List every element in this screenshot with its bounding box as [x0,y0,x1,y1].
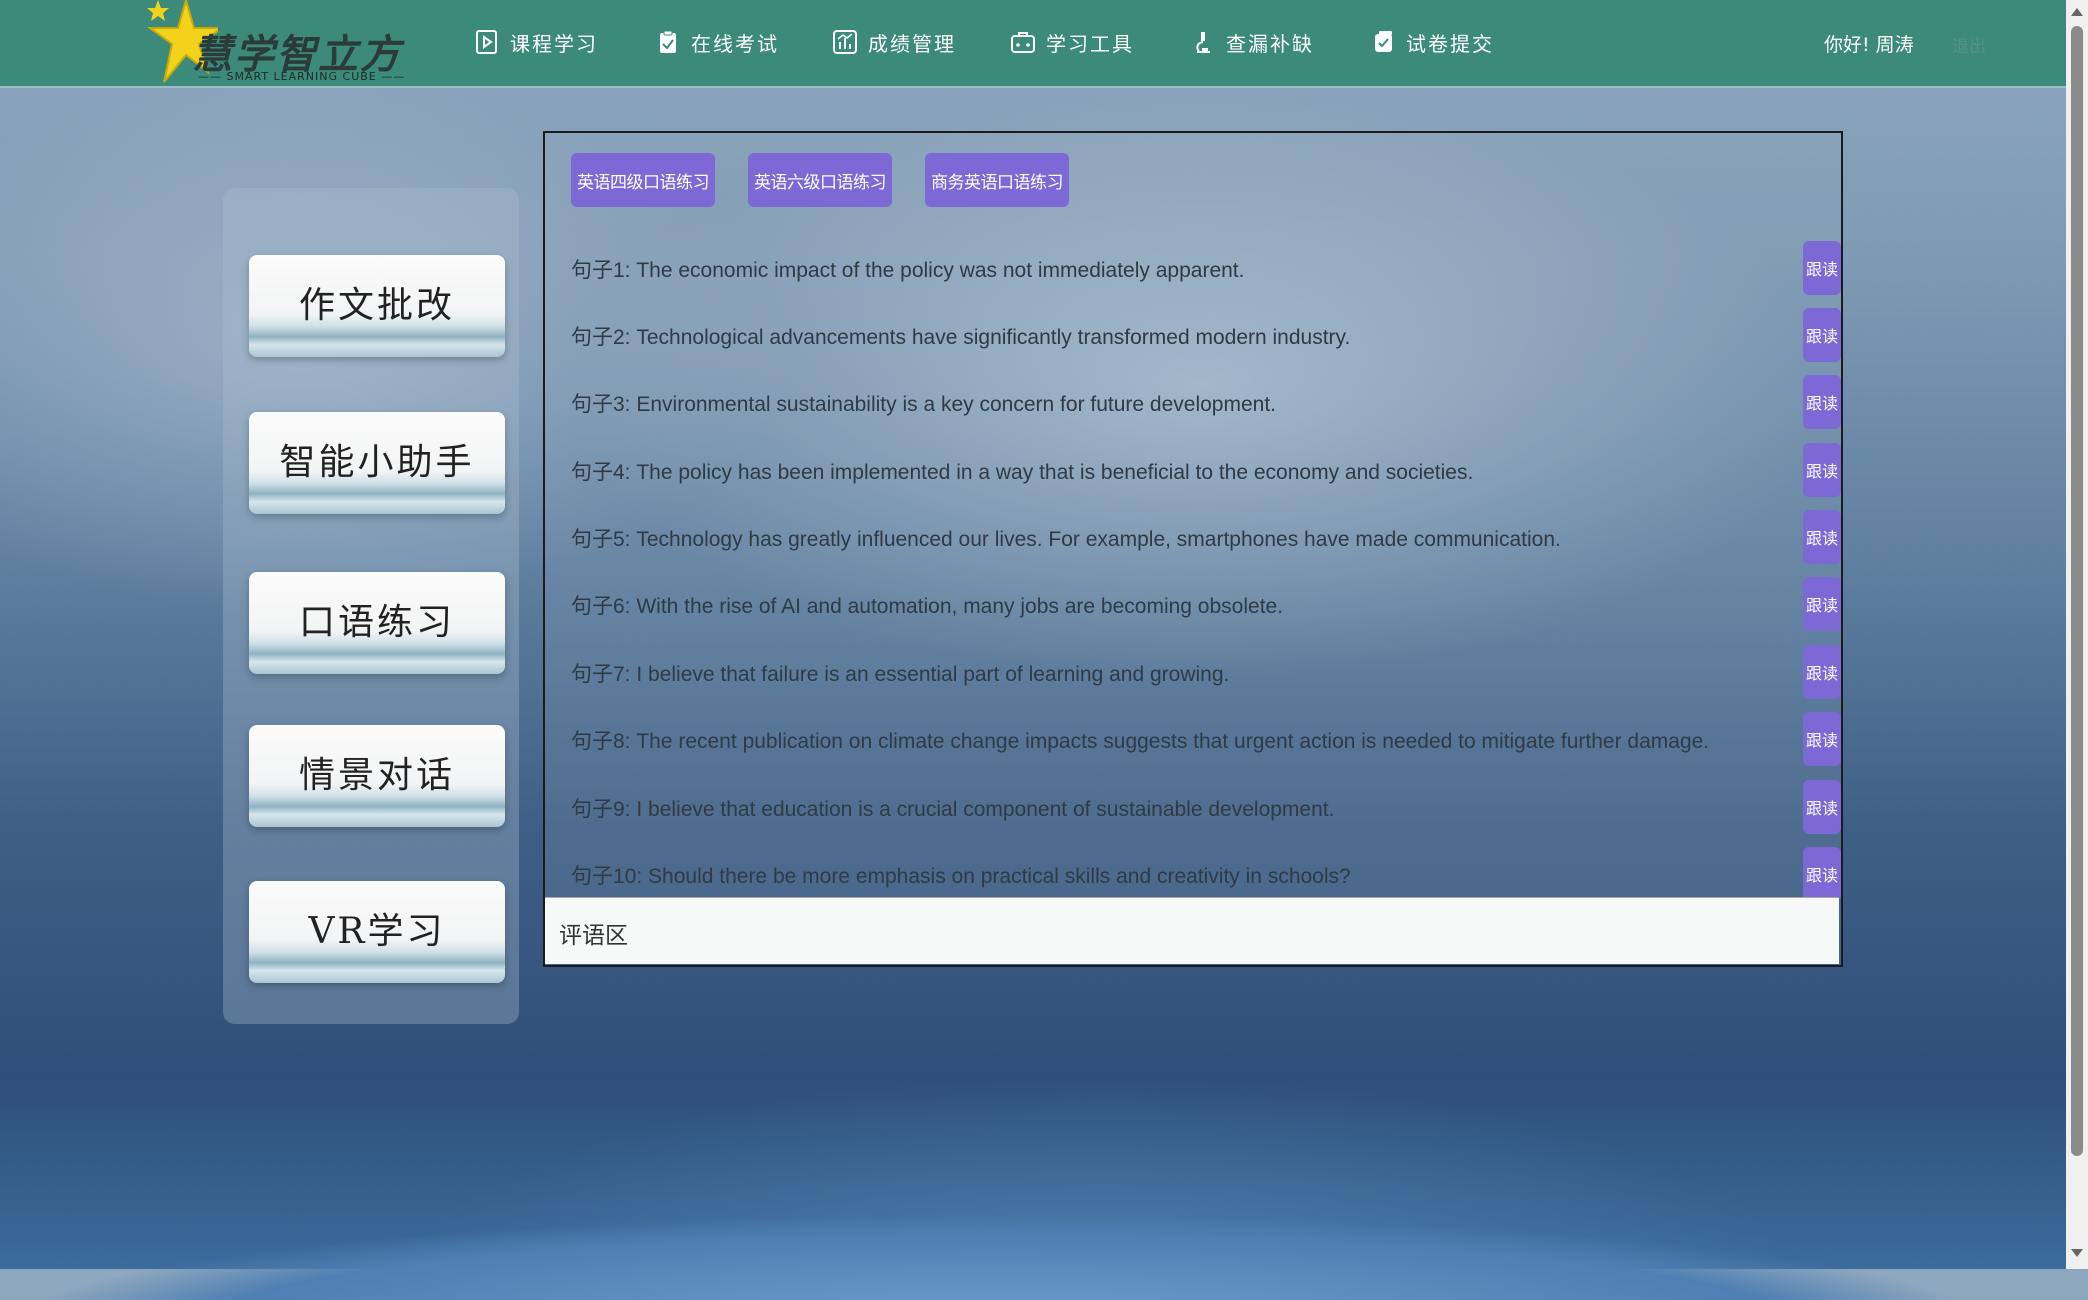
sentence-row: 句子1: The economic impact of the policy w… [545,233,1841,300]
sentence-text: 句子6: With the rise of AI and automation,… [571,595,1284,618]
sidebar-panel: 作文批改 智能小助手 口语练习 情景对话 VR学习 [223,188,519,1024]
nav-course-study[interactable]: 课程学习 [474,24,598,60]
sentence-row: 句子4: The policy has been implemented in … [545,435,1841,502]
tab-business-english-speaking[interactable]: 商务英语口语练习 [925,153,1069,207]
logout-link[interactable]: 退出 [1952,32,1986,57]
sentence-row: 句子10: Should there be more emphasis on p… [545,839,1841,906]
sentence-row: 句子9: I believe that education is a cruci… [545,772,1841,839]
follow-read-button[interactable]: 跟读 [1803,645,1841,699]
scroll-up-arrow-icon[interactable] [2071,8,2083,16]
sentence-row: 句子8: The recent publication on climate c… [545,704,1841,771]
sentence-row: 句子2: Technological advancements have sig… [545,300,1841,367]
logo[interactable]: 慧学智立方 —— SMART LEARNING CUBE —— [138,0,418,86]
sentence-text: 句子7: I believe that failure is an essent… [571,663,1230,686]
sentence-row: 句子6: With the rise of AI and automation,… [545,569,1841,636]
nav-label: 课程学习 [510,31,598,56]
sentence-row: 句子3: Environmental sustainability is a k… [545,367,1841,434]
sentence-text: 句子4: The policy has been implemented in … [571,461,1474,484]
nav-label: 成绩管理 [868,31,956,56]
comment-area-label: 评语区 [559,923,628,949]
nav-submit-paper[interactable]: 试卷提交 [1370,24,1494,60]
sentence-text: 句子1: The economic impact of the policy w… [571,259,1245,282]
sentence-text: 句子9: I believe that education is a cruci… [571,798,1335,821]
sentence-text: 句子3: Environmental sustainability is a k… [571,393,1277,416]
user-greeting: 你好! 周涛 [1824,34,1914,56]
main-panel: 英语四级口语练习 英语六级口语练习 商务英语口语练习 句子1: The econ… [543,131,1843,967]
sidebar-item-vr-learning[interactable]: VR学习 [249,881,505,983]
page-scrollbar[interactable] [2066,0,2088,1269]
submit-icon [1375,31,1392,52]
top-navbar: 慧学智立方 —— SMART LEARNING CUBE —— 课程学习 在线考… [0,0,2066,88]
sentence-row: 句子7: I believe that failure is an essent… [545,637,1841,704]
microscope-icon [1196,32,1210,53]
sidebar-item-label: 作文批改 [298,285,455,326]
nav-study-tools[interactable]: 学习工具 [1010,24,1134,60]
tab-cet4-speaking[interactable]: 英语四级口语练习 [571,153,715,207]
sidebar-item-label: 口语练习 [298,602,455,643]
follow-read-button[interactable]: 跟读 [1803,308,1841,362]
nav-online-exam[interactable]: 在线考试 [655,24,779,60]
logo-subtext-label: SMART LEARNING CUBE [226,70,377,83]
sidebar-item-essay-correction[interactable]: 作文批改 [249,255,505,357]
nav-label: 学习工具 [1046,31,1134,56]
follow-read-button[interactable]: 跟读 [1803,510,1841,564]
nav-fill-gaps[interactable]: 查漏补缺 [1190,24,1314,60]
follow-read-button[interactable]: 跟读 [1803,780,1841,834]
sidebar-item-smart-assistant[interactable]: 智能小助手 [249,412,505,514]
comment-area[interactable]: 评语区 [545,897,1839,964]
background-snow [0,1180,2066,1300]
sentence-row: 句子5: Technology has greatly influenced o… [545,502,1841,569]
sentence-text: 句子2: Technological advancements have sig… [571,326,1351,349]
nav-label: 在线考试 [691,31,779,56]
sidebar-item-speaking-practice[interactable]: 口语练习 [249,572,505,674]
chart-icon [833,30,857,54]
course-play-icon [476,30,497,54]
follow-read-button[interactable]: 跟读 [1803,847,1841,901]
exam-clipboard-icon [660,30,676,53]
scrollbar-thumb[interactable] [2071,26,2083,1156]
toolbox-icon [1011,32,1035,53]
sidebar-item-label: VR学习 [308,911,446,952]
sentence-text: 句子10: Should there be more emphasis on p… [571,865,1351,888]
follow-read-button[interactable]: 跟读 [1803,577,1841,631]
sidebar-item-label: 情景对话 [298,755,455,796]
practice-tabs: 英语四级口语练习 英语六级口语练习 商务英语口语练习 [571,153,1069,207]
nav-label: 查漏补缺 [1226,31,1314,56]
follow-read-button[interactable]: 跟读 [1803,375,1841,429]
sentence-text: 句子8: The recent publication on climate c… [571,730,1710,753]
sidebar-item-label: 智能小助手 [279,442,475,483]
tab-cet6-speaking[interactable]: 英语六级口语练习 [748,153,892,207]
sentence-text: 句子5: Technology has greatly influenced o… [571,528,1561,551]
follow-read-button[interactable]: 跟读 [1803,443,1841,497]
sidebar-item-scenario-dialogue[interactable]: 情景对话 [249,725,505,827]
scroll-down-arrow-icon[interactable] [2071,1249,2083,1257]
logo-subtext: —— SMART LEARNING CUBE —— [198,70,406,83]
nav-grade-management[interactable]: 成绩管理 [832,24,956,60]
follow-read-button[interactable]: 跟读 [1803,241,1841,295]
nav-label: 试卷提交 [1406,31,1494,56]
follow-read-button[interactable]: 跟读 [1803,712,1841,766]
